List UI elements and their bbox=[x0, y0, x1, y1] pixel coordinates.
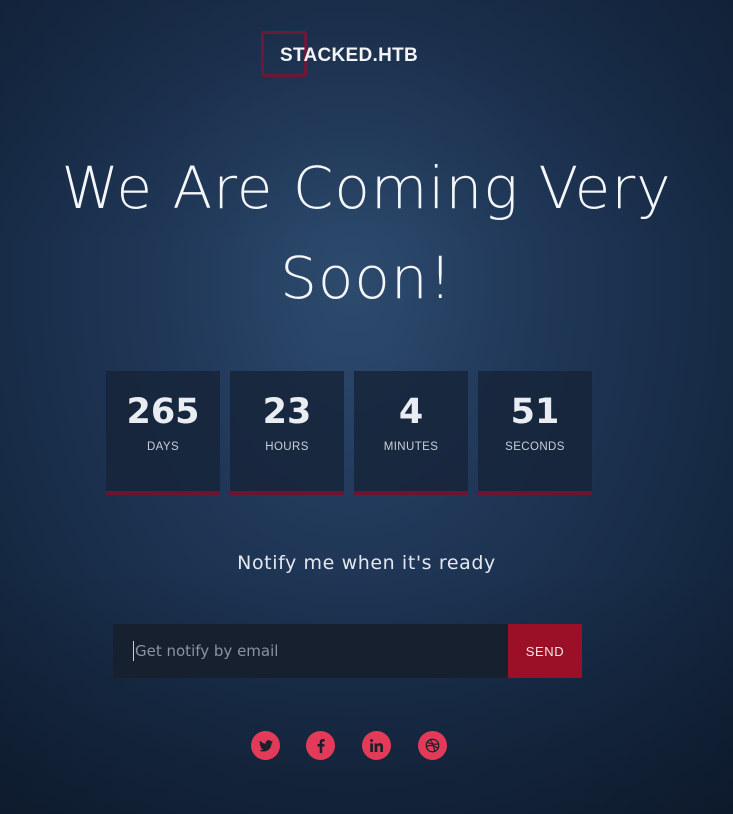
countdown-label: HOURS bbox=[265, 441, 309, 453]
countdown-value: 51 bbox=[510, 392, 560, 432]
brand-name: STACKED.HTB bbox=[280, 45, 419, 66]
site-logo[interactable]: STACKED.HTB bbox=[0, 31, 733, 81]
notify-form: SEND bbox=[113, 624, 582, 678]
linkedin-link[interactable] bbox=[362, 731, 391, 760]
social-links bbox=[251, 731, 451, 761]
twitter-link[interactable] bbox=[251, 731, 280, 760]
countdown-hours: 23 HOURS bbox=[230, 371, 344, 495]
facebook-icon bbox=[317, 738, 325, 753]
countdown-label: SECONDS bbox=[505, 441, 565, 453]
linkedin-icon bbox=[370, 739, 383, 752]
countdown-timer: 265 DAYS 23 HOURS 4 MINUTES 51 SECONDS bbox=[106, 371, 596, 495]
page-headline: We Are Coming Very Soon! bbox=[0, 143, 733, 323]
email-input[interactable] bbox=[113, 624, 508, 678]
twitter-icon bbox=[258, 739, 273, 752]
countdown-days: 265 DAYS bbox=[106, 371, 220, 495]
countdown-label: MINUTES bbox=[383, 441, 439, 453]
facebook-link[interactable] bbox=[306, 731, 335, 760]
countdown-label: DAYS bbox=[146, 441, 180, 453]
dribbble-icon bbox=[425, 738, 440, 753]
text-cursor bbox=[133, 641, 134, 661]
countdown-value: 265 bbox=[126, 392, 200, 432]
dribbble-link[interactable] bbox=[418, 731, 447, 760]
countdown-seconds: 51 SECONDS bbox=[478, 371, 592, 495]
countdown-value: 23 bbox=[262, 392, 312, 432]
notify-title: Notify me when it's ready bbox=[237, 552, 496, 574]
send-button[interactable]: SEND bbox=[508, 624, 582, 678]
countdown-value: 4 bbox=[398, 392, 424, 432]
headline-line-2: Soon! bbox=[280, 244, 453, 312]
headline-line-1: We Are Coming Very bbox=[61, 154, 672, 222]
countdown-minutes: 4 MINUTES bbox=[354, 371, 468, 495]
